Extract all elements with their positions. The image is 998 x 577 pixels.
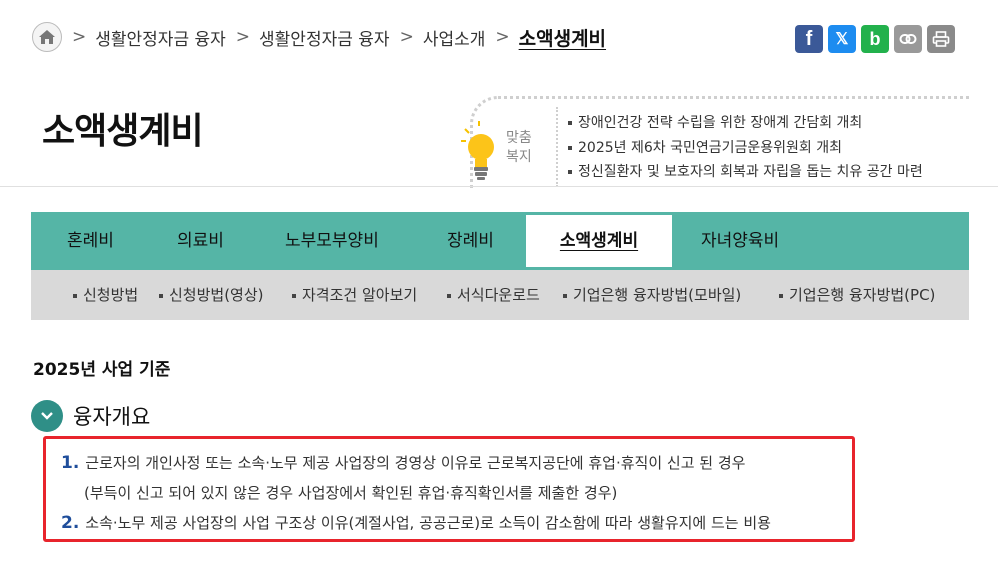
breadcrumb-item-2[interactable]: 생활안정자금 융자 (259, 25, 390, 50)
link-icon (899, 34, 917, 44)
divider (556, 107, 558, 187)
item-number: 1. (61, 453, 80, 473)
news-item[interactable]: 2025년 제6차 국민연금기금운용위원회 개최 (568, 136, 923, 161)
print-icon (932, 31, 950, 47)
tab-funeral[interactable]: 장례비 (447, 212, 494, 270)
chevron-right-icon: > (399, 27, 414, 47)
lightbulb-icon (461, 121, 494, 180)
chevron-right-icon: > (72, 27, 87, 47)
divider (0, 186, 998, 187)
submenu-ibk-pc[interactable]: 기업은행 융자방법(PC) (779, 270, 935, 320)
band-icon: b (869, 28, 881, 49)
section-heading: 융자개요 (31, 400, 150, 432)
breadcrumb-item-1[interactable]: 생활안정자금 융자 (95, 25, 226, 50)
news-item[interactable]: 정신질환자 및 보호자의 회복과 자립을 돕는 치유 공간 마련 (568, 160, 923, 185)
tab-small-living-cost[interactable]: 소액생계비 (526, 215, 672, 267)
chevron-right-icon: > (495, 27, 510, 47)
item-text: (부득이 신고 되어 있지 않은 경우 사업장에서 확인된 휴업·휴직확인서를 … (84, 484, 618, 502)
submenu-eligibility[interactable]: 자격조건 알아보기 (292, 270, 417, 320)
print-button[interactable] (927, 25, 955, 53)
year-basis-heading: 2025년 사업 기준 (33, 360, 171, 380)
overview-item: 1. 근로자의 개인사정 또는 소속·노무 제공 사업장의 경영상 이유로 근로복… (61, 452, 745, 473)
item-number: 2. (61, 513, 80, 533)
submenu-how-to-apply[interactable]: 신청방법 (73, 270, 138, 320)
overview-item: 2. 소속·노무 제공 사업장의 사업 구조상 이유(계절사업, 공공근로)로 소… (61, 512, 771, 533)
share-bar: f 𝕏 b (795, 25, 955, 53)
tab-parent-support[interactable]: 노부모부양비 (285, 212, 379, 270)
highlighted-overview-box: 1. 근로자의 개인사정 또는 소속·노무 제공 사업장의 경영상 이유로 근로복… (43, 436, 855, 542)
breadcrumb: > 생활안정자금 융자 > 생활안정자금 융자 > 사업소개 > 소액생계비 (32, 22, 606, 52)
welfare-news-box: 맞춤 복지 장애인건강 전략 수립을 위한 장애계 간담회 개최 2025년 제… (461, 96, 970, 188)
x-icon: 𝕏 (835, 31, 849, 48)
tab-label: 소액생계비 (559, 231, 639, 251)
home-icon (39, 30, 55, 44)
breadcrumb-current[interactable]: 소액생계비 (519, 24, 606, 51)
welfare-news-list: 장애인건강 전략 수립을 위한 장애계 간담회 개최 2025년 제6차 국민연… (568, 111, 923, 185)
submenu-ibk-mobile[interactable]: 기업은행 융자방법(모바일) (563, 270, 741, 320)
sub-menu: 신청방법 신청방법(영상) 자격조건 알아보기 서식다운로드 기업은행 융자방법… (31, 270, 969, 320)
item-text: 근로자의 개인사정 또는 소속·노무 제공 사업장의 경영상 이유로 근로복지공… (85, 454, 746, 472)
band-share-button[interactable]: b (861, 25, 889, 53)
breadcrumb-item-3[interactable]: 사업소개 (423, 25, 486, 50)
tab-child-rearing[interactable]: 자녀양육비 (701, 212, 779, 270)
facebook-share-button[interactable]: f (795, 25, 823, 53)
submenu-how-to-apply-video[interactable]: 신청방법(영상) (159, 270, 264, 320)
overview-item-continuation: (부득이 신고 되어 있지 않은 경우 사업장에서 확인된 휴업·휴직확인서를 … (84, 482, 617, 503)
section-title: 융자개요 (73, 405, 151, 429)
tab-medical[interactable]: 의료비 (177, 212, 224, 270)
welfare-news-label: 맞춤 복지 (506, 130, 532, 165)
chevron-right-icon: > (235, 27, 251, 47)
home-button[interactable] (32, 22, 62, 52)
tab-wedding[interactable]: 혼례비 (67, 212, 114, 270)
facebook-icon: f (805, 27, 813, 50)
chevron-down-icon[interactable] (31, 400, 63, 432)
news-item[interactable]: 장애인건강 전략 수립을 위한 장애계 간담회 개최 (568, 111, 923, 136)
x-share-button[interactable]: 𝕏 (828, 25, 856, 53)
item-text: 소속·노무 제공 사업장의 사업 구조상 이유(계절사업, 공공근로)로 소득이… (85, 514, 771, 532)
copy-link-button[interactable] (894, 25, 922, 53)
page-title: 소액생계비 (42, 111, 204, 152)
loan-type-tabs: 혼례비 의료비 노부모부양비 장례비 소액생계비 자녀양육비 (31, 212, 969, 270)
submenu-form-download[interactable]: 서식다운로드 (447, 270, 540, 320)
